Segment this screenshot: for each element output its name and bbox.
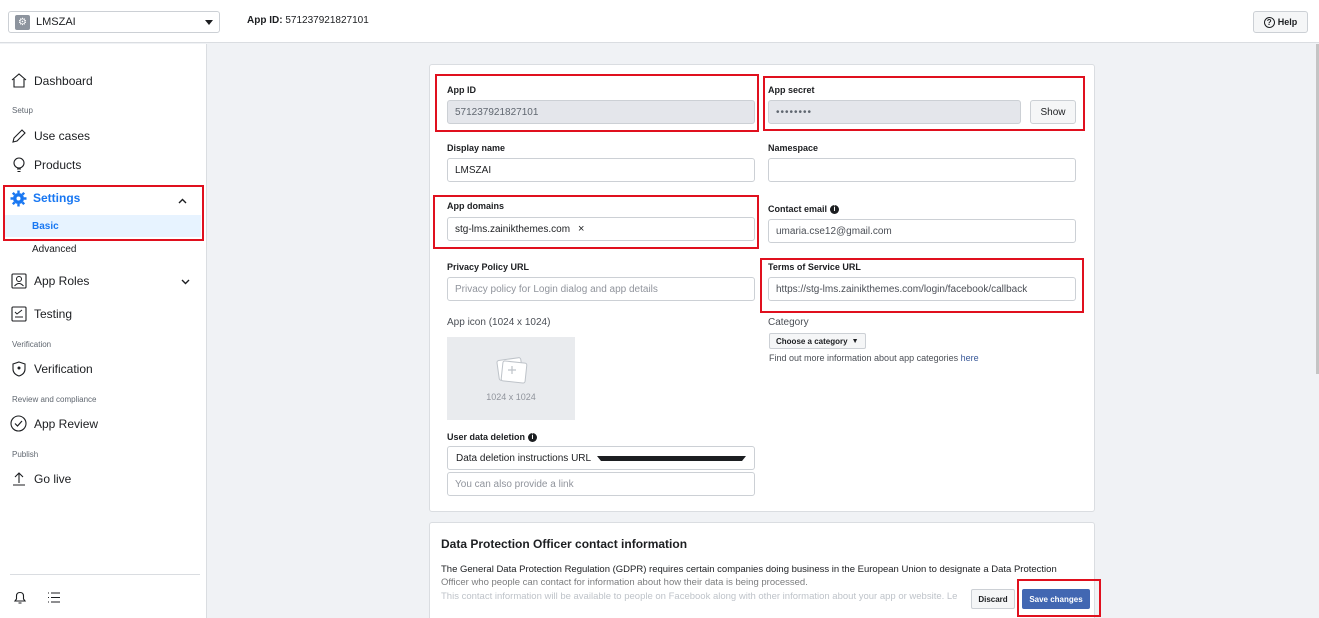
user-data-select[interactable]: Data deletion instructions URL [447,446,755,470]
sidebar-item-label: Settings [33,191,81,205]
sidebar-item-label: Testing [34,306,73,321]
sidebar-item-verification[interactable]: Verification [10,360,93,377]
app-domains-label: App domains [447,201,505,211]
top-app-id-label: App ID: [247,15,283,26]
sidebar-item-label: App Review [34,416,99,431]
sidebar-section-publish: Publish [12,450,39,459]
info-icon[interactable]: i [830,204,840,214]
sidebar-item-label: Use cases [34,128,91,143]
caret-down-icon [205,19,213,25]
namespace-label: Namespace [768,143,819,153]
sidebar-item-label: Verification [34,361,93,376]
sidebar-item-label: App Roles [34,273,90,288]
remove-chip-icon[interactable]: × [578,223,584,235]
app-gear-icon: ⚙ [15,14,30,30]
sidebar-item-basic[interactable]: Basic [4,215,201,237]
sidebar-divider [10,574,200,575]
sidebar-item-go-live[interactable]: Go live [10,470,71,487]
contact-email-label: Contact email [768,204,828,214]
info-icon[interactable]: i [528,432,538,442]
help-label: Help [1277,17,1298,27]
user-roles-icon [10,272,27,289]
sidebar-section-setup: Setup [12,106,33,115]
caret-down-icon [597,455,746,461]
bell-icon[interactable] [13,590,27,608]
display-name-label: Display name [447,143,506,153]
choose-category-label: Choose a category [776,336,848,346]
save-changes-button[interactable]: Save changes [1022,589,1090,609]
choose-category-button[interactable]: Choose a category ▼ [769,333,866,349]
home-icon [10,72,27,89]
privacy-policy-field[interactable]: Privacy policy for Login dialog and app … [447,277,755,301]
sidebar-item-advanced[interactable]: Advanced [32,244,76,255]
app-secret-field[interactable]: •••••••• [768,100,1021,124]
app-icon-upload[interactable]: 1024 x 1024 [447,337,575,420]
sidebar-section-verification: Verification [12,340,52,349]
app-domain-chip: stg-lms.zainikthemes.com × [455,223,584,235]
sidebar-item-settings[interactable]: Settings [4,186,201,210]
question-icon: ? [1263,16,1275,28]
app-id-field[interactable]: 571237921827101 [447,100,755,124]
category-help: Find out more information about app cate… [769,353,979,363]
contact-email-field[interactable]: umaria.cse12@gmail.com [768,219,1076,243]
sidebar-item-label: Go live [34,471,72,486]
app-domains-field[interactable]: stg-lms.zainikthemes.com × [447,217,755,241]
sidebar-item-testing[interactable]: Testing [10,305,72,322]
sidebar: Dashboard Setup Use cases Products Setti… [0,44,207,618]
show-secret-button[interactable]: Show [1030,100,1076,124]
sidebar-item-app-review[interactable]: App Review [10,415,98,432]
app-domain-chip-text: stg-lms.zainikthemes.com [455,223,571,235]
tos-label: Terms of Service URL [768,262,861,272]
category-help-text: Find out more information about app cate… [769,353,959,363]
display-name-field[interactable]: LMSZAI [447,158,755,182]
chevron-up-icon [178,193,187,207]
tos-field[interactable]: https://stg-lms.zainikthemes.com/login/f… [768,277,1076,301]
top-bar: ⚙ LMSZAI App ID: 571237921827101 ? Help [0,0,1319,43]
user-data-link-field[interactable]: You can also provide a link [447,472,755,496]
user-data-label-wrap: User data deletion i [447,432,538,442]
pencil-icon [10,127,27,144]
check-badge-icon [10,415,27,432]
list-icon[interactable] [47,591,61,607]
app-selector[interactable]: ⚙ LMSZAI [8,11,220,33]
app-selector-name: LMSZAI [36,16,76,28]
category-label: Category [768,317,809,328]
sidebar-item-label: Dashboard [34,73,93,88]
help-button[interactable]: ? Help [1253,11,1308,33]
sidebar-item-label: Products [34,157,82,172]
namespace-field[interactable] [768,158,1076,182]
dpo-note: This contact information will be availab… [441,591,958,602]
sidebar-item-products[interactable]: Products [10,156,81,173]
top-app-id-value: 571237921827101 [285,15,369,26]
discard-button[interactable]: Discard [971,589,1015,609]
upload-icon [10,470,27,487]
sidebar-section-review: Review and compliance [12,395,97,404]
dpo-title: Data Protection Officer contact informat… [441,537,688,551]
user-data-label: User data deletion [447,432,526,442]
chevron-down-icon [181,274,190,288]
top-app-id: App ID: 571237921827101 [247,15,369,26]
gear-icon [10,190,27,207]
checklist-icon [10,305,27,322]
image-placeholder-icon [494,356,528,386]
contact-email-label-wrap: Contact email i [768,204,840,214]
app-icon-size: 1024 x 1024 [486,391,536,402]
shield-icon [10,360,27,377]
sidebar-item-use-cases[interactable]: Use cases [10,127,90,144]
category-help-link[interactable]: here [961,353,979,363]
app-secret-label: App secret [768,85,815,95]
app-icon-label: App icon (1024 x 1024) [447,317,551,328]
user-data-select-value: Data deletion instructions URL [456,452,592,464]
caret-down-icon: ▼ [851,337,859,345]
app-id-label: App ID [447,85,476,95]
sidebar-item-app-roles[interactable]: App Roles [10,272,190,289]
privacy-policy-label: Privacy Policy URL [447,262,530,272]
lightbulb-icon [10,156,27,173]
sidebar-item-dashboard[interactable]: Dashboard [10,72,93,89]
